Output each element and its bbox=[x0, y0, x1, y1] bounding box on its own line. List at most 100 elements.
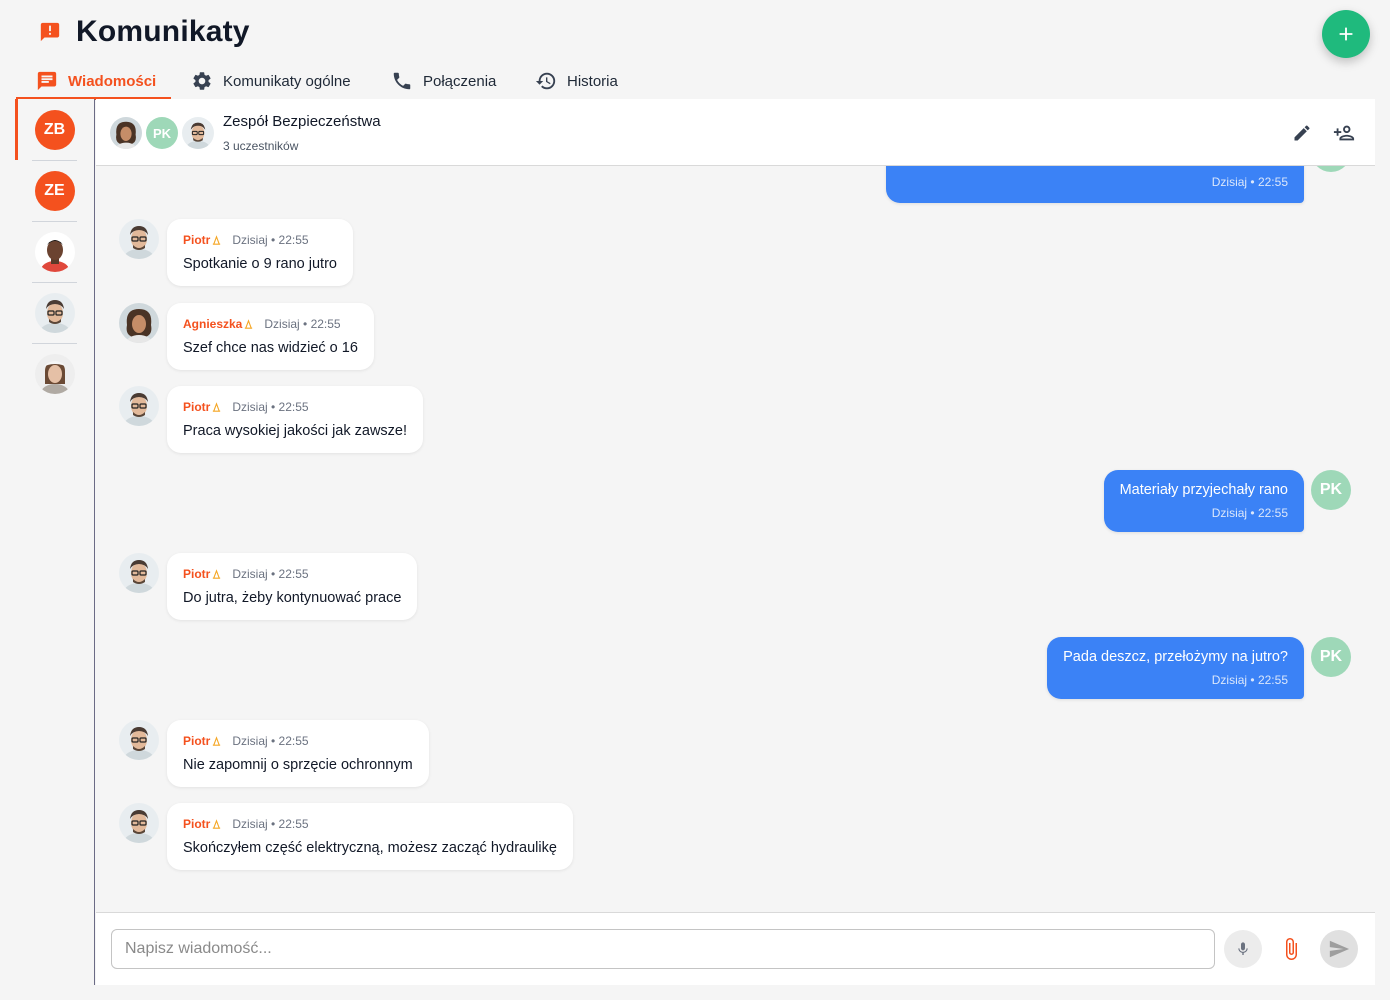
person-avatar-icon bbox=[34, 231, 75, 272]
avatar: PK bbox=[1311, 470, 1351, 510]
sender-name: Agnieszka bbox=[183, 317, 254, 331]
avatar: ZB bbox=[34, 109, 75, 150]
message-input[interactable] bbox=[111, 929, 1215, 969]
attach-button[interactable] bbox=[1272, 930, 1310, 968]
person-avatar-icon bbox=[110, 117, 142, 149]
message-incoming: Piotr Dzisiaj • 22:55 Praca wysokiej jak… bbox=[119, 386, 424, 453]
send-button[interactable] bbox=[1320, 930, 1358, 968]
tab-history[interactable]: Historia bbox=[515, 62, 635, 100]
tab-bar: Wiadomości Komunikaty ogólne Połączenia … bbox=[16, 62, 635, 100]
message-bubble: Piotr Dzisiaj • 22:55 Skończyłem część e… bbox=[167, 803, 573, 870]
person-avatar-icon bbox=[119, 219, 159, 259]
message-outgoing: Pada deszcz, przełożymy na jutro? Dzisia… bbox=[1047, 637, 1351, 699]
tab-calls[interactable]: Połączenia bbox=[371, 62, 515, 100]
avatar: ZE bbox=[34, 170, 75, 211]
edit-button[interactable] bbox=[1290, 121, 1314, 145]
message-text: Nie zapomnij o sprzęcie ochronnym bbox=[183, 757, 413, 773]
message-text: Praca wysokiej jakości jak zawsze! bbox=[183, 423, 408, 439]
tab-messages[interactable]: Wiadomości bbox=[16, 62, 171, 100]
plus-icon bbox=[1339, 27, 1353, 41]
message-composer bbox=[96, 912, 1375, 985]
message-time: Dzisiaj • 22:55 bbox=[1211, 175, 1288, 189]
phone-icon bbox=[391, 70, 413, 92]
conversation-item[interactable]: ZE bbox=[15, 160, 94, 221]
tab-label: Połączenia bbox=[423, 72, 497, 90]
tab-label: Wiadomości bbox=[68, 72, 157, 90]
message-time: Dzisiaj • 22:55 bbox=[264, 317, 341, 331]
person-avatar-icon bbox=[34, 292, 75, 333]
message-text: Pada deszcz, przełożymy na jutro? bbox=[1063, 649, 1288, 665]
message-bubble: Piotr Dzisiaj • 22:55 Nie zapomnij o spr… bbox=[167, 720, 429, 787]
sender-name: Piotr bbox=[183, 233, 222, 247]
conversation-title: Zespół Bezpieczeństwa bbox=[223, 113, 381, 130]
person-avatar-icon bbox=[119, 386, 159, 426]
person-avatar-icon bbox=[119, 303, 159, 343]
person-avatar-icon bbox=[119, 803, 159, 843]
hard-hat-icon bbox=[245, 318, 253, 329]
message-list: Dzisiaj • 22:55 PK Piotr Dzisiaj • 22:55… bbox=[96, 166, 1375, 912]
message-time: Dzisiaj • 22:55 bbox=[232, 734, 309, 748]
message-text: Materiały przyjechały rano bbox=[1119, 482, 1288, 498]
alert-message-icon bbox=[38, 20, 62, 44]
sender-name: Piotr bbox=[183, 567, 222, 581]
person-avatar-icon bbox=[119, 553, 159, 593]
person-add-icon bbox=[1333, 125, 1355, 141]
paperclip-icon bbox=[1286, 938, 1297, 960]
message-time: Dzisiaj • 22:55 bbox=[1211, 673, 1288, 687]
message-bubble: Piotr Dzisiaj • 22:55 Praca wysokiej jak… bbox=[167, 386, 424, 453]
message-bubble: Piotr Dzisiaj • 22:55 Do jutra, żeby kon… bbox=[167, 553, 418, 620]
pencil-icon bbox=[1294, 125, 1310, 141]
message-incoming: Piotr Dzisiaj • 22:55 Nie zapomnij o spr… bbox=[119, 720, 429, 787]
chat-panel: PK Zespół Bezpieczeństwa 3 uczestników D… bbox=[96, 99, 1375, 985]
chat-header: PK Zespół Bezpieczeństwa 3 uczestników bbox=[96, 99, 1375, 166]
history-icon bbox=[535, 70, 557, 92]
message-outgoing: Materiały przyjechały rano Dzisiaj • 22:… bbox=[1103, 470, 1351, 532]
message-incoming: Piotr Dzisiaj • 22:55 Do jutra, żeby kon… bbox=[119, 553, 418, 620]
conversation-item[interactable]: ZB bbox=[15, 99, 94, 160]
conversation-list: ZB ZE bbox=[15, 99, 95, 985]
gear-icon bbox=[191, 70, 213, 92]
page-header: Komunikaty bbox=[38, 12, 250, 52]
participant-count: 3 uczestników bbox=[223, 139, 299, 153]
add-button[interactable] bbox=[1322, 10, 1370, 58]
sender-name: Piotr bbox=[183, 400, 222, 414]
message-text: Spotkanie o 9 rano jutro bbox=[183, 256, 337, 272]
send-icon bbox=[1329, 940, 1350, 958]
message-time: Dzisiaj • 22:55 bbox=[232, 567, 309, 581]
message-bubble: Piotr Dzisiaj • 22:55 Spotkanie o 9 rano… bbox=[167, 219, 353, 286]
message-text: Szef chce nas widzieć o 16 bbox=[183, 340, 358, 356]
chat-icon bbox=[36, 70, 58, 92]
sender-name: Piotr bbox=[183, 817, 222, 831]
message-incoming: Piotr Dzisiaj • 22:55 Spotkanie o 9 rano… bbox=[119, 219, 353, 286]
hard-hat-icon bbox=[213, 234, 221, 245]
message-bubble: Pada deszcz, przełożymy na jutro? Dzisia… bbox=[1047, 637, 1304, 699]
avatar: PK bbox=[146, 117, 178, 149]
avatar: PK bbox=[1311, 166, 1351, 172]
message-time: Dzisiaj • 22:55 bbox=[232, 233, 309, 247]
conversation-item[interactable] bbox=[15, 221, 94, 282]
hard-hat-icon bbox=[213, 401, 221, 412]
person-avatar-icon bbox=[119, 720, 159, 760]
conversation-item[interactable] bbox=[15, 343, 94, 404]
message-incoming: Piotr Dzisiaj • 22:55 Skończyłem część e… bbox=[119, 803, 573, 870]
message-bubble: Dzisiaj • 22:55 bbox=[886, 166, 1304, 203]
tab-general[interactable]: Komunikaty ogólne bbox=[171, 62, 371, 100]
message-bubble: Agnieszka Dzisiaj • 22:55 Szef chce nas … bbox=[167, 303, 374, 370]
person-avatar-icon bbox=[34, 353, 75, 394]
message-outgoing: Dzisiaj • 22:55 PK bbox=[886, 166, 1351, 203]
participant-avatars: PK bbox=[110, 117, 214, 149]
message-incoming: Agnieszka Dzisiaj • 22:55 Szef chce nas … bbox=[119, 303, 374, 370]
message-text: Skończyłem część elektryczną, możesz zac… bbox=[183, 840, 557, 856]
message-time: Dzisiaj • 22:55 bbox=[1211, 506, 1288, 520]
hard-hat-icon bbox=[213, 818, 221, 829]
microphone-icon bbox=[1238, 942, 1248, 955]
message-bubble: Materiały przyjechały rano Dzisiaj • 22:… bbox=[1103, 470, 1304, 532]
voice-message-button[interactable] bbox=[1224, 930, 1262, 968]
add-participant-button[interactable] bbox=[1332, 121, 1356, 145]
sender-name: Piotr bbox=[183, 734, 222, 748]
conversation-item[interactable] bbox=[15, 282, 94, 343]
message-time: Dzisiaj • 22:55 bbox=[232, 400, 309, 414]
message-time: Dzisiaj • 22:55 bbox=[232, 817, 309, 831]
tab-label: Komunikaty ogólne bbox=[223, 72, 351, 90]
avatar: PK bbox=[1311, 637, 1351, 677]
